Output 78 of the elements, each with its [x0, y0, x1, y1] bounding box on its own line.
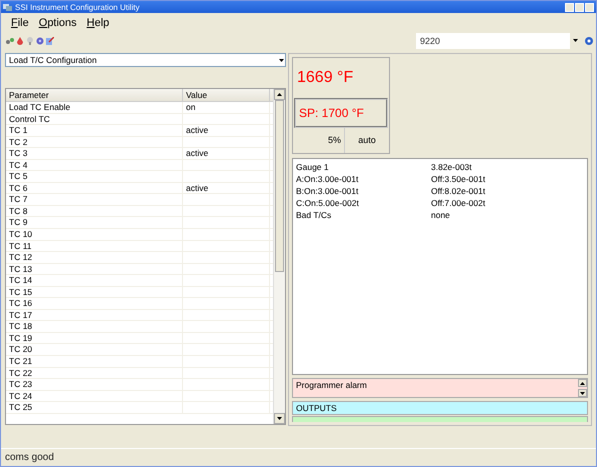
value-cell: active	[183, 182, 270, 194]
gear-icon[interactable]	[36, 36, 44, 44]
window-title: SSI Instrument Configuration Utility	[15, 2, 140, 12]
scroll-down-button[interactable]	[274, 413, 285, 424]
gauge-value: Off:8.02e-001t	[431, 185, 486, 197]
app-icon	[3, 3, 12, 11]
parameter-cell: TC 8	[6, 206, 183, 216]
menu-item[interactable]: Help	[86, 16, 110, 28]
mode-label: auto	[357, 134, 377, 147]
parameter-cell: TC 5	[6, 171, 183, 182]
parameter-cell: Load TC Enable	[6, 102, 183, 113]
drop-icon[interactable]	[16, 36, 24, 44]
down-arrow-icon	[573, 39, 578, 42]
gauge-value: none	[431, 209, 450, 221]
parameter-cell: TC 1	[6, 125, 183, 136]
value-cell: active	[183, 148, 270, 159]
parameter-cell: TC 9	[6, 217, 183, 228]
parameter-cell: TC 15	[6, 286, 183, 298]
scroll-up-button[interactable]	[578, 379, 587, 388]
value-cell: on	[183, 102, 270, 113]
parameter-cell: TC 3	[6, 148, 183, 159]
minimize-button[interactable]	[565, 2, 574, 12]
parameter-cell: TC 11	[6, 240, 183, 252]
gauge-label: A:On:3.00e-001t	[296, 173, 360, 185]
parameter-cell: TC 13	[6, 264, 183, 274]
status-text: coms good	[1, 448, 596, 466]
parameter-cell: TC 7	[6, 194, 183, 205]
alarm-text: Programmer alarm	[296, 379, 368, 392]
parameter-cell: TC 4	[6, 160, 183, 170]
parameter-cell: TC 12	[6, 252, 183, 263]
bulb-icon[interactable]	[26, 36, 34, 44]
maximize-button[interactable]	[575, 2, 584, 12]
value-cell: active	[183, 125, 270, 136]
parameter-cell: TC 23	[6, 379, 183, 390]
gauge-value: Off:3.50e-001t	[431, 173, 486, 185]
parameter-cell: TC 21	[6, 356, 183, 367]
scrollbar[interactable]	[273, 89, 285, 424]
parameter-cell: TC 18	[6, 321, 183, 332]
parameter-cell: TC 14	[6, 275, 183, 286]
up-arrow-icon	[580, 382, 585, 385]
column-header[interactable]: Parameter	[6, 89, 183, 101]
gauge-label: C:On:5.00e-002t	[296, 197, 360, 209]
parameter-cell: TC 16	[6, 298, 183, 309]
parameter-cell: Control TC	[6, 114, 183, 124]
gauge-label: Gauge 1	[296, 161, 330, 173]
setpoint-value: SP: 1700 °F	[294, 98, 388, 128]
connection-icon[interactable]	[6, 36, 14, 44]
parameter-cell: TC 20	[6, 344, 183, 356]
parameter-cell: TC 6	[6, 182, 183, 194]
gauge-value: Off:7.00e-002t	[431, 197, 486, 209]
configuration-select[interactable]: Load T/C Configuration	[5, 53, 286, 67]
parameter-cell: TC 19	[6, 332, 183, 344]
down-arrow-icon	[279, 58, 284, 62]
scroll-down-button[interactable]	[578, 389, 587, 398]
device-select[interactable]: 9220	[416, 32, 570, 48]
output-percent: 5%	[293, 128, 345, 153]
menu-item[interactable]: File	[11, 16, 29, 28]
parameter-cell: TC 17	[6, 310, 183, 320]
edit-icon[interactable]	[46, 36, 54, 44]
up-arrow-icon	[277, 93, 282, 96]
parameter-cell: TC 24	[6, 390, 183, 402]
down-arrow-icon	[580, 392, 585, 395]
gauge-label: Bad T/Cs	[296, 209, 332, 221]
scroll-up-button[interactable]	[274, 89, 285, 100]
column-header[interactable]: Value	[183, 89, 270, 101]
process-value: 1669 °F	[296, 68, 354, 88]
help-icon[interactable]	[585, 36, 593, 44]
inputs-bar[interactable]	[292, 416, 588, 422]
down-arrow-icon	[277, 417, 282, 420]
parameter-cell: TC 10	[6, 229, 183, 240]
outputs-bar[interactable]: OUTPUTS	[292, 401, 588, 416]
close-button[interactable]	[585, 2, 594, 12]
parameter-cell: TC 22	[6, 368, 183, 378]
parameter-cell: TC 2	[6, 136, 183, 148]
gauge-value: 3.82e-003t	[431, 161, 472, 173]
menu-item[interactable]: Options	[38, 16, 77, 28]
gauge-label: B:On:3.00e-001t	[296, 185, 360, 197]
parameter-cell: TC 25	[6, 402, 183, 413]
